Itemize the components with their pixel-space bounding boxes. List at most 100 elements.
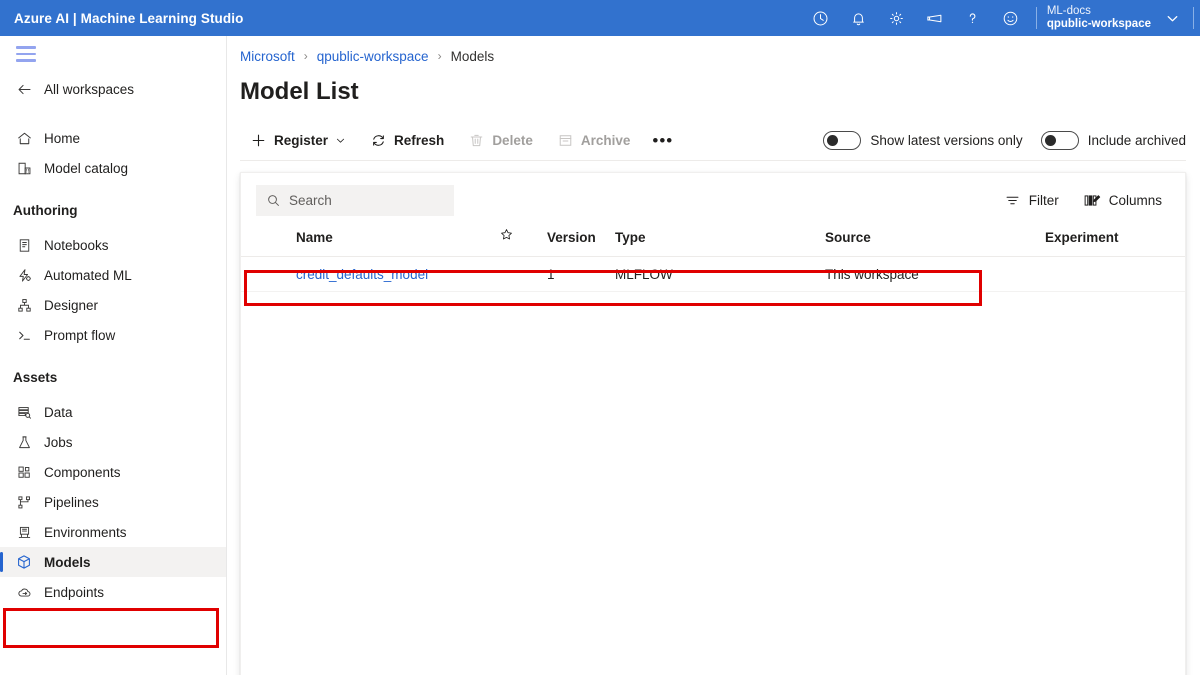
home-icon — [13, 128, 35, 148]
delete-label: Delete — [492, 133, 533, 148]
include-archived-toggle-group: Include archived — [1041, 131, 1186, 150]
breadcrumb-separator-icon: › — [438, 49, 442, 63]
model-catalog-icon — [13, 158, 35, 178]
register-button[interactable]: Register — [240, 123, 356, 159]
breadcrumb: Microsoft › qpublic-workspace › Models — [227, 42, 1200, 70]
left-navigation: All workspaces Home Model catalog Aut — [0, 36, 227, 675]
sidebar-item-environments[interactable]: Environments — [0, 517, 226, 547]
column-header-experiment[interactable]: Experiment — [1045, 227, 1185, 257]
columns-label: Columns — [1109, 193, 1162, 208]
search-icon — [266, 193, 281, 208]
toggle-knob — [827, 135, 838, 146]
include-archived-toggle[interactable] — [1041, 131, 1079, 150]
model-name-link[interactable]: credit_defaults_model — [296, 267, 428, 282]
columns-button[interactable]: Columns — [1075, 184, 1170, 216]
components-icon — [13, 462, 35, 482]
breadcrumb-item-microsoft[interactable]: Microsoft — [240, 49, 295, 64]
show-latest-versions-label: Show latest versions only — [870, 133, 1022, 148]
history-icon[interactable] — [802, 0, 840, 36]
sidebar-item-label: Data — [44, 405, 73, 420]
show-latest-versions-toggle-group: Show latest versions only — [823, 131, 1022, 150]
sidebar-item-label: Endpoints — [44, 585, 104, 600]
toggle-knob — [1045, 135, 1056, 146]
column-header-name[interactable]: Name — [241, 227, 499, 257]
data-icon — [13, 402, 35, 422]
more-commands-icon[interactable]: ••• — [644, 123, 681, 159]
sidebar-item-label: Jobs — [44, 435, 73, 450]
refresh-icon — [370, 132, 387, 149]
cell-version: 1 — [547, 257, 615, 292]
table-body: credit_defaults_model 1 MLFLOW This work… — [241, 257, 1185, 292]
main-content: Microsoft › qpublic-workspace › Models M… — [227, 36, 1200, 675]
models-cube-icon — [13, 552, 35, 572]
model-table: Name Version Type Source — [241, 227, 1185, 292]
breadcrumb-item-workspace[interactable]: qpublic-workspace — [317, 49, 429, 64]
feedback-megaphone-icon[interactable] — [916, 0, 954, 36]
archive-label: Archive — [581, 133, 631, 148]
sidebar-item-endpoints[interactable]: Endpoints — [0, 577, 226, 607]
search-box[interactable] — [256, 185, 454, 216]
model-list-card: Filter Columns — [240, 172, 1186, 675]
search-input[interactable] — [289, 193, 444, 208]
archive-button[interactable]: Archive — [547, 123, 641, 159]
endpoints-cloud-icon — [13, 582, 35, 602]
sidebar-item-automated-ml[interactable]: Automated ML — [0, 260, 226, 290]
menu-toggle-icon[interactable] — [16, 46, 36, 62]
notifications-icon[interactable] — [840, 0, 878, 36]
card-toolbar: Filter Columns — [241, 173, 1185, 227]
sidebar-item-label: Automated ML — [44, 268, 132, 283]
sidebar-item-components[interactable]: Components — [0, 457, 226, 487]
pipelines-icon — [13, 492, 35, 512]
prompt-flow-icon — [13, 325, 35, 345]
sidebar-item-designer[interactable]: Designer — [0, 290, 226, 320]
card-toolbar-right: Filter Columns — [988, 184, 1170, 216]
column-header-type[interactable]: Type — [615, 227, 825, 257]
sidebar-item-notebooks[interactable]: Notebooks — [0, 230, 226, 260]
sidebar-item-prompt-flow[interactable]: Prompt flow — [0, 320, 226, 350]
sidebar-item-models[interactable]: Models — [0, 547, 226, 577]
sidebar-item-label: Model catalog — [44, 161, 128, 176]
table-row[interactable]: credit_defaults_model 1 MLFLOW This work… — [241, 257, 1185, 292]
include-archived-label: Include archived — [1088, 133, 1186, 148]
filter-label: Filter — [1029, 193, 1059, 208]
refresh-label: Refresh — [394, 133, 444, 148]
sidebar-item-model-catalog[interactable]: Model catalog — [0, 153, 226, 183]
cell-favorite[interactable] — [499, 257, 547, 292]
help-icon[interactable] — [954, 0, 992, 36]
sidebar-item-pipelines[interactable]: Pipelines — [0, 487, 226, 517]
global-header-actions: ML-docs qpublic-workspace — [802, 0, 1200, 36]
breadcrumb-item-current: Models — [451, 49, 495, 64]
global-header: Azure AI | Machine Learning Studio — [0, 0, 1200, 36]
plus-icon — [250, 132, 267, 149]
sidebar-item-label: Notebooks — [44, 238, 109, 253]
delete-button[interactable]: Delete — [458, 123, 543, 159]
filter-button[interactable]: Filter — [996, 184, 1067, 216]
chevron-down-icon[interactable] — [1157, 0, 1187, 36]
header-divider-right — [1193, 7, 1194, 29]
arrow-left-icon — [13, 79, 35, 99]
cell-source: This workspace — [825, 257, 1045, 292]
workspace-switcher[interactable]: ML-docs qpublic-workspace — [1043, 0, 1157, 36]
column-header-favorite[interactable] — [499, 227, 547, 257]
environments-icon — [13, 522, 35, 542]
sidebar-item-data[interactable]: Data — [0, 397, 226, 427]
favorite-star-icon — [499, 227, 514, 242]
sidebar-item-all-workspaces[interactable]: All workspaces — [0, 74, 226, 104]
refresh-button[interactable]: Refresh — [360, 123, 454, 159]
sidebar-item-home[interactable]: Home — [0, 123, 226, 153]
command-bar: Register Refresh — [240, 121, 1186, 161]
smiley-feedback-icon[interactable] — [992, 0, 1030, 36]
cell-experiment — [1045, 257, 1185, 292]
settings-icon[interactable] — [878, 0, 916, 36]
column-header-source[interactable]: Source — [825, 227, 1045, 257]
sidebar-item-label: Pipelines — [44, 495, 99, 510]
notebook-icon — [13, 235, 35, 255]
column-header-version[interactable]: Version — [547, 227, 615, 257]
cell-model-name: credit_defaults_model — [241, 257, 499, 292]
chevron-down-icon — [335, 135, 346, 146]
sidebar-item-jobs[interactable]: Jobs — [0, 427, 226, 457]
command-bar-toggles: Show latest versions only Include archiv… — [805, 131, 1186, 150]
breadcrumb-separator-icon: › — [304, 49, 308, 63]
show-latest-versions-toggle[interactable] — [823, 131, 861, 150]
workspace-directory: ML-docs — [1047, 5, 1151, 18]
